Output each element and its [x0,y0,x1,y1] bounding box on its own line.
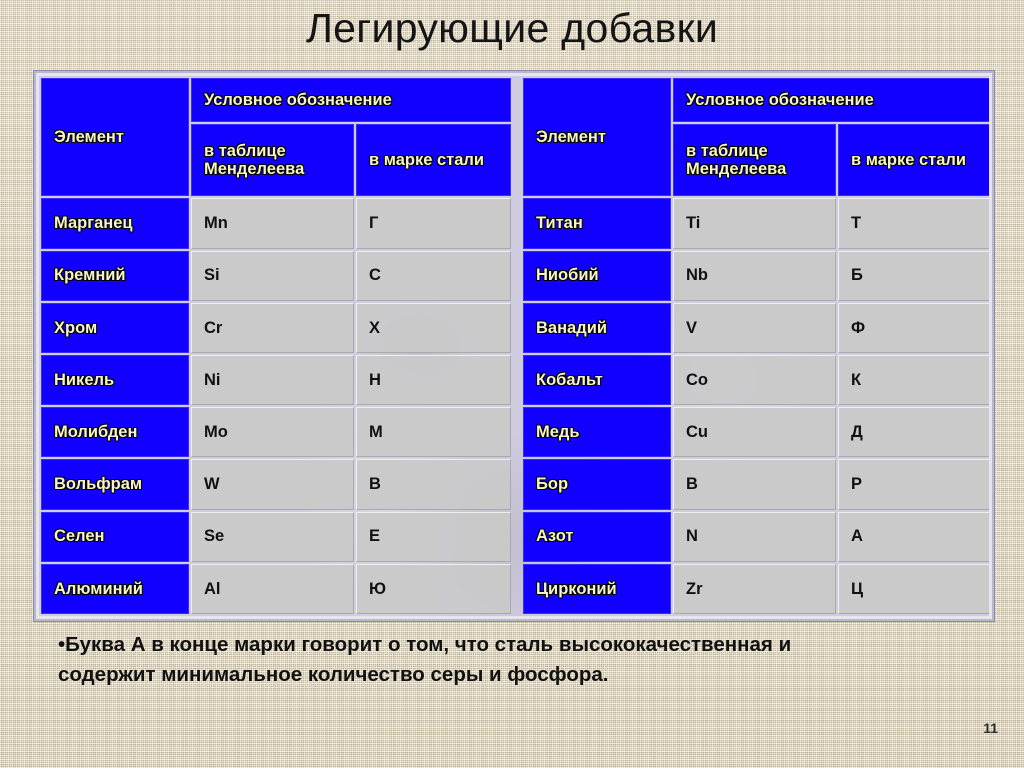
alloying-elements-table-frame: Элемент Условное обозначение Элемент Условн… [33,70,995,622]
header-mendeleev-right: в таблице Менделеева [673,124,836,197]
element-mark-right: К [838,354,989,406]
table-row: Вольфрам W В Бор B Р [41,459,989,510]
column-gap [513,407,521,457]
element-name-left: Вольфрам [41,459,189,510]
element-name-left: Кремний [41,250,189,301]
element-symbol-right: N [673,511,836,562]
element-name-right: Ниобий [523,250,671,301]
element-mark-left: Н [356,354,511,406]
element-mark-right: Б [838,250,989,301]
column-gap [513,564,521,614]
element-symbol-left: W [191,459,354,510]
element-name-right: Ванадий [523,302,671,353]
alloying-elements-table: Элемент Условное обозначение Элемент Условн… [39,76,989,616]
element-symbol-left: Mo [191,407,354,458]
column-gap [513,303,521,353]
element-mark-left: В [356,459,511,510]
element-mark-left: Х [356,302,511,353]
element-symbol-left: Se [191,511,354,562]
footnote-line-2: содержит минимальное количество серы и ф… [58,663,609,686]
table-row: Хром Cr Х Ванадий V Ф [41,302,989,353]
element-mark-right: Ц [838,563,989,614]
footnote-caption: •Буква А в конце марки говорит о том, чт… [58,630,978,690]
element-symbol-left: Mn [191,198,354,249]
element-mark-right: Р [838,459,989,510]
column-gap [513,78,521,122]
element-name-left: Селен [41,511,189,562]
element-name-right: Титан [523,198,671,249]
element-name-right: Азот [523,511,671,562]
table-row: Никель Ni Н Кобальт Co К [41,354,989,406]
page-title: Легирующие добавки [305,5,719,51]
element-name-right: Медь [523,407,671,458]
column-gap [513,512,521,562]
element-symbol-right: Co [673,354,836,406]
element-symbol-right: B [673,459,836,510]
table-row: Алюминий Al Ю Цирконий Zr Ц [41,563,989,614]
header-designation-left: Условное обозначение [191,78,511,123]
table-header-row-1: Элемент Условное обозначение Элемент Условн… [41,78,989,197]
element-mark-right: А [838,511,989,562]
element-name-right: Кобальт [523,354,671,406]
element-name-left: Марганец [41,198,189,249]
column-gap [513,124,521,196]
element-name-right: Бор [523,459,671,510]
column-gap [513,459,521,509]
element-symbol-left: Ni [191,354,354,406]
element-symbol-right: Zr [673,563,836,614]
header-designation-right: Условное обозначение [673,78,989,123]
header-mendeleev-left: в таблице Менделеева [191,124,354,197]
slide-page-number: 11 [983,720,998,736]
element-mark-left: М [356,407,511,458]
element-name-left: Никель [41,354,189,406]
table-row: Селен Se Е Азот N А [41,511,989,562]
element-mark-right: Т [838,198,989,249]
column-gap [513,198,521,248]
element-symbol-right: Cu [673,407,836,458]
header-element-left: Элемент [41,78,189,197]
header-element-right: Элемент [523,78,671,197]
column-gap [513,251,521,301]
element-symbol-right: V [673,302,836,353]
element-mark-left: С [356,250,511,301]
element-symbol-left: Al [191,563,354,614]
table-frame-inner: Элемент Условное обозначение Элемент Условн… [36,73,992,619]
header-steel-grade-left: в марке стали [356,124,511,197]
table-row: Молибден Mo М Медь Cu Д [41,407,989,458]
element-symbol-left: Si [191,250,354,301]
header-steel-grade-right: в марке стали [838,124,989,197]
element-name-left: Алюминий [41,563,189,614]
table-row: Кремний Si С Ниобий Nb Б [41,250,989,301]
element-symbol-left: Cr [191,302,354,353]
table-row: Марганец Mn Г Титан Ti Т [41,198,989,249]
element-mark-left: Ю [356,563,511,614]
footnote-line-1: •Буква А в конце марки говорит о том, чт… [58,633,792,656]
element-mark-right: Ф [838,302,989,353]
element-symbol-right: Ti [673,198,836,249]
element-name-right: Цирконий [523,563,671,614]
element-name-left: Хром [41,302,189,353]
column-gap [513,355,521,405]
element-symbol-right: Nb [673,250,836,301]
element-mark-right: Д [838,407,989,458]
element-mark-left: Г [356,198,511,249]
element-mark-left: Е [356,511,511,562]
element-name-left: Молибден [41,407,189,458]
